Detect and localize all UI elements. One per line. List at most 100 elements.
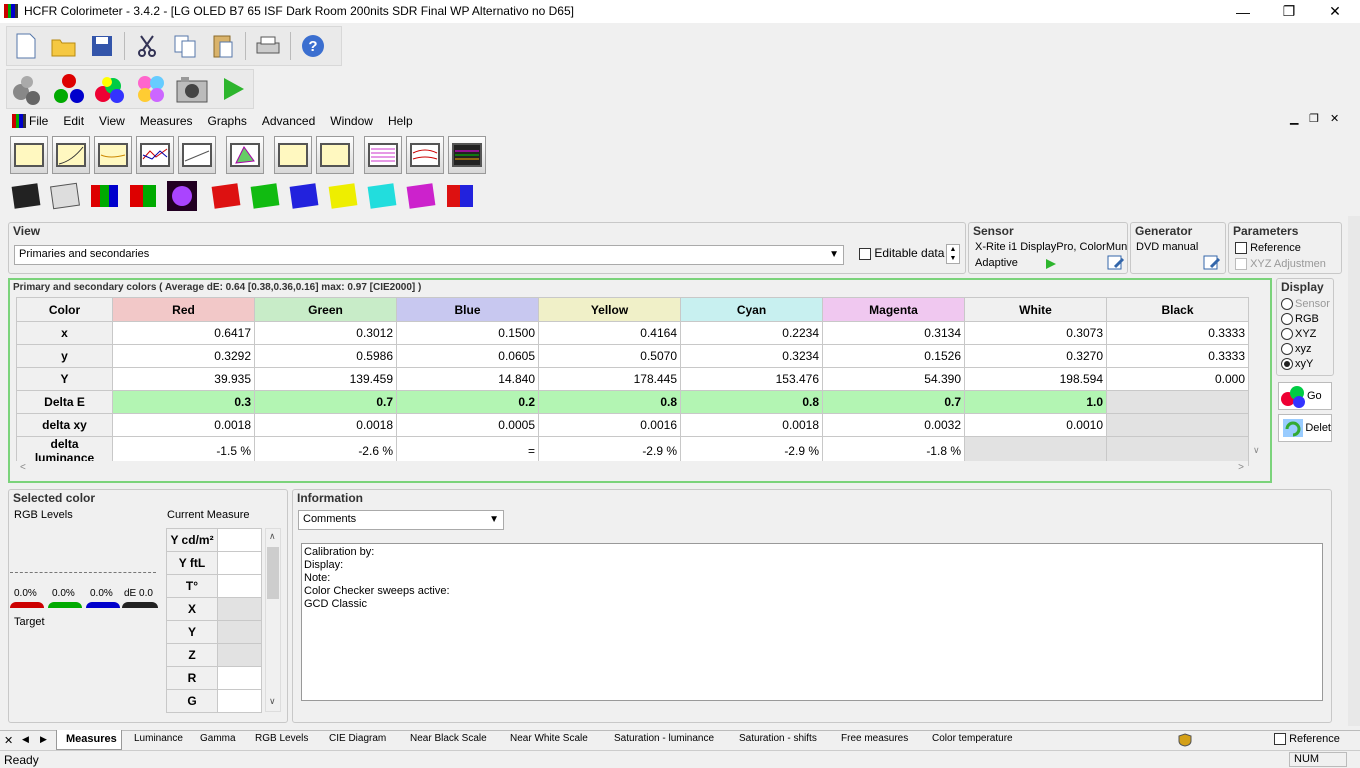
- cie-diagram-button[interactable]: [226, 136, 264, 174]
- cut-icon[interactable]: [131, 30, 163, 62]
- menu-edit[interactable]: Edit: [61, 114, 86, 128]
- red-pattern-icon[interactable]: [210, 180, 242, 212]
- checkbox[interactable]: [1274, 733, 1286, 746]
- menu-help[interactable]: Help: [386, 114, 415, 128]
- table-cell[interactable]: 0.7: [254, 390, 397, 414]
- tab-luminance[interactable]: Luminance: [134, 733, 183, 744]
- rgb-balls-icon[interactable]: [51, 73, 86, 105]
- rgb-pattern-icon[interactable]: [88, 180, 120, 212]
- blue-pattern-icon[interactable]: [288, 180, 320, 212]
- information-select[interactable]: Comments ▼: [298, 510, 504, 530]
- white-graph-button[interactable]: [178, 136, 216, 174]
- near-black-button[interactable]: [274, 136, 312, 174]
- reference-checkbox[interactable]: Reference: [1235, 242, 1301, 255]
- checkbox[interactable]: [859, 247, 871, 260]
- radio-circle[interactable]: [1281, 313, 1293, 325]
- color-temperature-button[interactable]: [448, 136, 486, 174]
- restore-button[interactable]: ❐: [1266, 0, 1312, 23]
- go-button[interactable]: Go: [1278, 382, 1332, 410]
- tab-saturation-shifts[interactable]: Saturation - shifts: [739, 733, 817, 744]
- tab-near-white-scale[interactable]: Near White Scale: [510, 733, 588, 744]
- tab-gamma[interactable]: Gamma: [200, 733, 236, 744]
- minimize-button[interactable]: —: [1220, 0, 1266, 23]
- tab-prev-button[interactable]: ◀: [22, 734, 29, 745]
- menu-measures[interactable]: Measures: [138, 114, 195, 128]
- view-select[interactable]: Primaries and secondaries ▼: [14, 245, 844, 265]
- display-radio-xyz[interactable]: xyz: [1281, 343, 1312, 355]
- table-cell[interactable]: 0.6417: [112, 321, 255, 345]
- table-cell[interactable]: 54.390: [822, 367, 965, 391]
- copy-icon[interactable]: [169, 30, 201, 62]
- table-cell[interactable]: 0.1526: [822, 344, 965, 368]
- display-radio-xyz[interactable]: XYZ: [1281, 328, 1316, 340]
- yellow-pattern-icon[interactable]: [327, 180, 359, 212]
- tab-saturation-luminance[interactable]: Saturation - luminance: [614, 733, 714, 744]
- menu-window[interactable]: Window: [328, 114, 375, 128]
- black-pattern-icon[interactable]: [10, 180, 42, 212]
- table-cell[interactable]: 0.0005: [396, 413, 539, 437]
- tab-reference-checkbox[interactable]: Reference: [1274, 733, 1340, 746]
- saturation-luminance-button[interactable]: [364, 136, 402, 174]
- radio-circle[interactable]: [1281, 298, 1293, 310]
- mixed-pattern-icon[interactable]: [444, 180, 476, 212]
- editable-spinner[interactable]: ▲ ▼: [946, 244, 960, 264]
- tab-cie-diagram[interactable]: CIE Diagram: [329, 733, 386, 744]
- saturation-shifts-button[interactable]: [406, 136, 444, 174]
- mdi-restore-button[interactable]: ❐: [1309, 112, 1319, 125]
- gamma-graph-button[interactable]: [94, 136, 132, 174]
- new-file-icon[interactable]: [10, 30, 42, 62]
- checkbox[interactable]: [1235, 242, 1247, 255]
- camera-icon[interactable]: [174, 73, 209, 105]
- display-radio-rgb[interactable]: RGB: [1281, 313, 1319, 325]
- table-cell[interactable]: 0.3292: [112, 344, 255, 368]
- table-cell[interactable]: 153.476: [680, 367, 823, 391]
- tab-measures[interactable]: Measures: [66, 733, 117, 745]
- table-cell[interactable]: 0.3333: [1106, 344, 1249, 368]
- table-cell[interactable]: 198.594: [964, 367, 1107, 391]
- color-balls-icon[interactable]: [92, 73, 127, 105]
- print-icon[interactable]: [252, 30, 284, 62]
- mdi-minimize-button[interactable]: ▁: [1290, 112, 1298, 125]
- secondary-balls-icon[interactable]: [133, 73, 168, 105]
- menu-advanced[interactable]: Advanced: [260, 114, 317, 128]
- magenta-pattern-icon[interactable]: [405, 180, 437, 212]
- table-cell[interactable]: 0.3234: [680, 344, 823, 368]
- comments-textarea[interactable]: Calibration by: Display: Note: Color Checke…: [301, 543, 1323, 701]
- sensor-balls-icon[interactable]: [10, 73, 45, 105]
- table-cell[interactable]: 0.3333: [1106, 321, 1249, 345]
- open-folder-icon[interactable]: [48, 30, 80, 62]
- table-cell[interactable]: 139.459: [254, 367, 397, 391]
- menu-view[interactable]: View: [97, 114, 127, 128]
- table-cell[interactable]: 0.3270: [964, 344, 1107, 368]
- table-cell[interactable]: 0.7: [822, 390, 965, 414]
- table-cell[interactable]: 0.000: [1106, 367, 1249, 391]
- sensor-play-icon[interactable]: [1045, 258, 1057, 270]
- radio-circle[interactable]: [1281, 343, 1293, 355]
- table-cell[interactable]: 0.0018: [254, 413, 397, 437]
- radio-circle[interactable]: [1281, 328, 1293, 340]
- cyan-pattern-icon[interactable]: [366, 180, 398, 212]
- measure-scrollbar[interactable]: ∧ ∨: [265, 528, 281, 712]
- table-cell[interactable]: [1106, 390, 1249, 414]
- table-cell[interactable]: 0.0016: [538, 413, 681, 437]
- sensor-config-icon[interactable]: [1107, 253, 1125, 271]
- table-cell[interactable]: [1106, 413, 1249, 437]
- table-cell[interactable]: 0.1500: [396, 321, 539, 345]
- near-white-button[interactable]: [316, 136, 354, 174]
- table-cell[interactable]: 0.5986: [254, 344, 397, 368]
- table-cell[interactable]: 0.3012: [254, 321, 397, 345]
- menu-graphs[interactable]: Graphs: [206, 114, 249, 128]
- table-cell[interactable]: 0.2: [396, 390, 539, 414]
- mdi-close-button[interactable]: ✕: [1330, 112, 1339, 125]
- table-cell[interactable]: 0.5070: [538, 344, 681, 368]
- measures-view-button[interactable]: [10, 136, 48, 174]
- cie-pattern-icon[interactable]: [166, 180, 198, 212]
- scroll-thumb[interactable]: [267, 547, 279, 599]
- main-scrollbar[interactable]: [1348, 216, 1360, 726]
- table-cell[interactable]: 0.2234: [680, 321, 823, 345]
- tab-color-temperature[interactable]: Color temperature: [932, 733, 1013, 744]
- table-cell[interactable]: 14.840: [396, 367, 539, 391]
- checkbox[interactable]: [1235, 258, 1247, 271]
- table-cell[interactable]: 0.3134: [822, 321, 965, 345]
- table-cell[interactable]: 178.445: [538, 367, 681, 391]
